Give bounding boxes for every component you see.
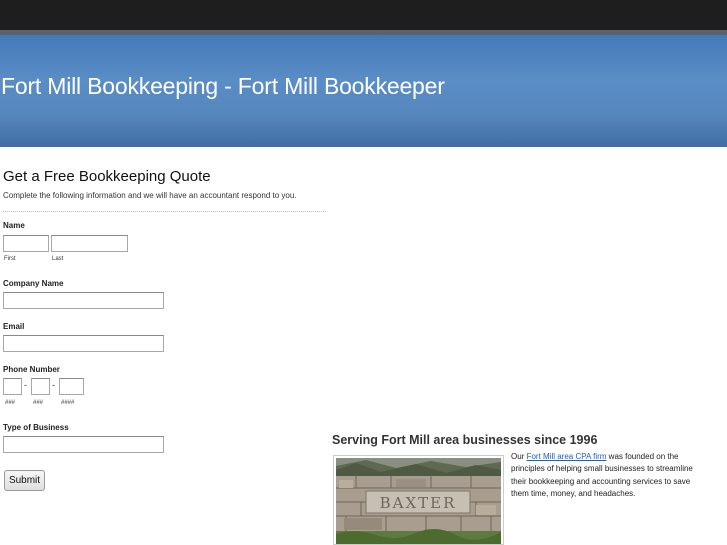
stone-sign-image: BAXTER — [336, 458, 501, 544]
phone-separator: - — [52, 380, 55, 390]
last-name-sublabel: Last — [52, 256, 64, 262]
first-name-sublabel: First — [4, 256, 16, 262]
cpa-firm-link[interactable]: Fort Mill area CPA firm — [527, 452, 607, 461]
baxter-sign-photo: BAXTER — [333, 455, 504, 545]
email-label: Email — [3, 322, 25, 331]
business-type-field[interactable] — [3, 436, 164, 453]
company-name-label: Company Name — [3, 279, 64, 288]
form-title: Get a Free Bookkeeping Quote — [3, 168, 211, 185]
submit-button[interactable]: Submit — [4, 470, 45, 491]
phone-prefix-sublabel: ### — [33, 400, 44, 406]
form-divider — [3, 211, 326, 212]
company-name-field[interactable] — [3, 292, 164, 309]
phone-area-code-sublabel: ### — [5, 400, 16, 406]
form-description: Complete the following information and w… — [3, 191, 297, 200]
phone-area-code-field[interactable] — [3, 378, 22, 395]
first-name-field[interactable] — [3, 235, 49, 252]
phone-line-sublabel: #### — [61, 400, 75, 406]
serving-heading: Serving Fort Mill area businesses since … — [332, 433, 598, 447]
top-bar — [0, 0, 727, 30]
phone-line-field[interactable] — [59, 378, 84, 395]
sign-lettering: BAXTER — [380, 494, 457, 512]
phone-separator: - — [24, 380, 27, 390]
email-field[interactable] — [3, 335, 164, 352]
header-banner: Fort Mill Bookkeeping - Fort Mill Bookke… — [0, 35, 727, 147]
serving-text-before: Our — [511, 452, 527, 461]
business-type-label: Type of Business — [3, 423, 69, 432]
phone-prefix-field[interactable] — [31, 378, 50, 395]
name-label: Name — [3, 221, 25, 230]
site-title: Fort Mill Bookkeeping - Fort Mill Bookke… — [1, 73, 445, 99]
last-name-field[interactable] — [51, 235, 128, 252]
serving-description: Our Fort Mill area CPA firm was founded … — [511, 451, 696, 500]
phone-label: Phone Number — [3, 365, 60, 374]
